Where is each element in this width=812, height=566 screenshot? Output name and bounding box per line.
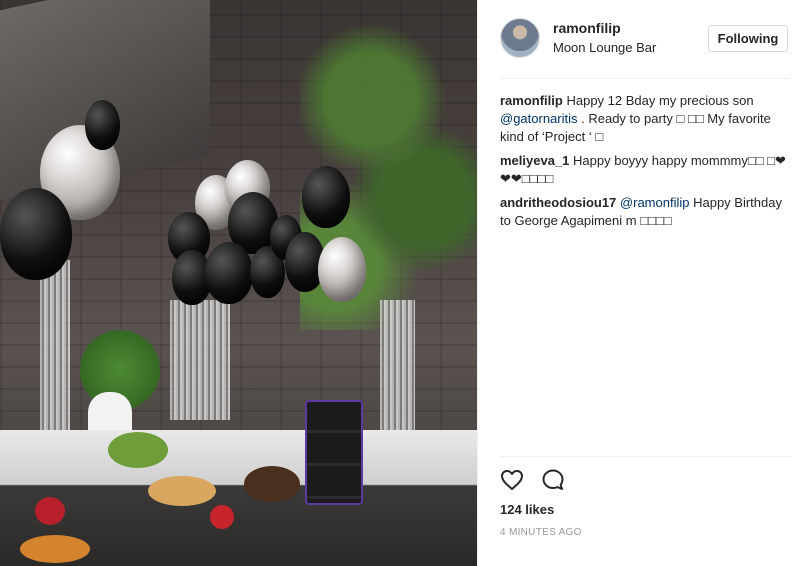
apple [210,505,234,529]
avatar[interactable] [500,18,540,58]
chocolate-cake [244,466,300,502]
balloon [205,242,253,304]
post-sidebar [477,0,812,566]
author-username[interactable]: ramonfilip [553,20,621,36]
balloon [318,237,366,302]
comment: meliyeva_1 Happy boyyy happy mommmy□□ □❤… [500,152,790,188]
comment-username[interactable]: ramonfilip [500,93,563,108]
post-photo[interactable] [0,0,477,566]
divider [500,456,790,457]
balloon [85,100,120,150]
grapes [108,432,168,468]
likes-count[interactable]: 124 likes [500,502,554,517]
location-link[interactable]: Moon Lounge Bar [553,40,656,55]
comments-list: ramonfilip Happy 12 Bday my precious son… [500,92,790,236]
birthday-cake [305,400,363,505]
following-button[interactable]: Following [708,25,788,52]
mention-link[interactable]: @ramonfilip [620,195,690,210]
comment-text: Happy 12 Bday my precious son [566,93,754,108]
balloon [0,188,72,280]
mention-link[interactable]: @gatornaritis [500,111,578,126]
comment-username[interactable]: meliyeva_1 [500,153,569,168]
silver-streamers [40,260,70,440]
heart-icon[interactable] [500,468,524,492]
comment: andritheodosiou17 @ramonfilip Happy Birt… [500,194,790,230]
comment-bubble-icon[interactable] [541,468,565,492]
comment: ramonfilip Happy 12 Bday my precious son… [500,92,790,146]
silver-streamers [380,300,415,450]
comment-username[interactable]: andritheodosiou17 [500,195,616,210]
silver-streamers [170,300,230,420]
post-timestamp[interactable]: 4 MINUTES AGO [500,527,582,538]
fruit-bowl [35,497,65,525]
fruit-platter [20,535,90,563]
pie [148,476,216,506]
balloon [302,166,350,228]
